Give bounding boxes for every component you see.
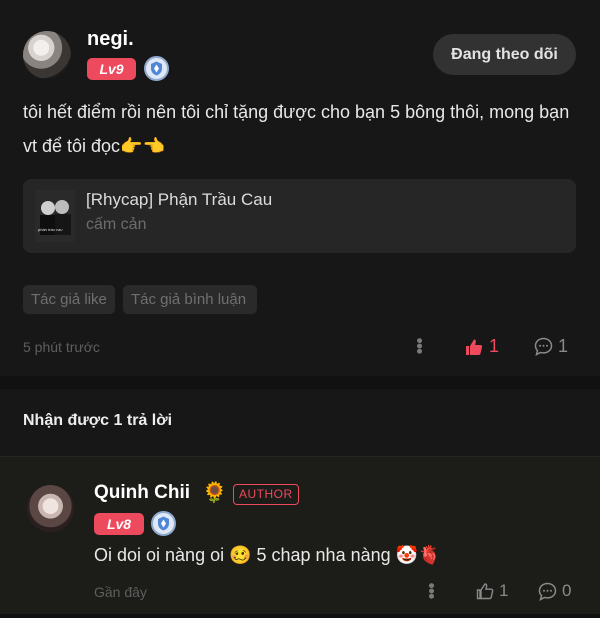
like-button[interactable]: 1	[465, 336, 499, 357]
reply-item	[0, 457, 600, 618]
author-badge: AUTHOR	[233, 484, 299, 505]
book-title: [Rhycap] Phận Trầu Cau	[86, 190, 273, 209]
avatar[interactable]	[23, 31, 71, 79]
book-card[interactable]: phận trầu cau [Rhycap] Phận Trầu Cau cấm…	[23, 179, 576, 253]
bottom-divider	[0, 614, 600, 618]
comment-text: tôi hết điểm rồi nên tôi chỉ tặng được c…	[23, 102, 570, 156]
comment-icon	[534, 337, 553, 356]
reply-like-count: 1	[499, 581, 509, 600]
reply-like-button[interactable]: 1	[476, 581, 508, 601]
reply-reply-count: 0	[562, 581, 572, 600]
tag-author-commented: Tác giả bình luận	[123, 285, 257, 314]
reply-more-options-icon[interactable]: •••	[420, 583, 441, 599]
reply-count: 1	[558, 336, 569, 356]
following-button[interactable]: Đang theo dõi	[433, 34, 576, 75]
timestamp: 5 phút trước	[23, 339, 100, 355]
sunflower-flair-icon: 🌻	[202, 482, 227, 504]
book-cover-text: phận trầu cau	[38, 227, 63, 232]
reply-level-badge: Lv8	[94, 513, 144, 535]
more-options-icon[interactable]: •••	[408, 338, 429, 354]
reply-text: Oi doi oi nàng oi 🥴 5 chap nha nàng 🤡🫀	[94, 545, 441, 565]
thumbs-up-outline-icon	[476, 583, 494, 600]
thumbs-up-icon	[466, 339, 483, 355]
like-count: 1	[489, 336, 500, 356]
verified-shield-icon	[144, 56, 169, 81]
reply-reply-button[interactable]: 0	[538, 581, 571, 601]
reply-avatar[interactable]	[27, 485, 74, 532]
username[interactable]: negi.	[87, 28, 134, 51]
reply-timestamp: Gần đây	[94, 584, 147, 600]
replies-header: Nhận được 1 trả lời	[23, 412, 173, 429]
book-subtitle: cấm cản	[86, 216, 147, 233]
reply-verified-shield-icon	[151, 511, 176, 536]
book-cover: phận trầu cau	[35, 190, 75, 242]
reply-comment-icon	[538, 582, 557, 601]
level-badge: Lv9	[87, 58, 136, 80]
tag-author-liked: Tác giả like	[23, 285, 115, 314]
section-divider	[0, 376, 600, 389]
reply-button[interactable]: 1	[534, 336, 568, 357]
reply-username[interactable]: Quinh Chii	[94, 482, 190, 504]
